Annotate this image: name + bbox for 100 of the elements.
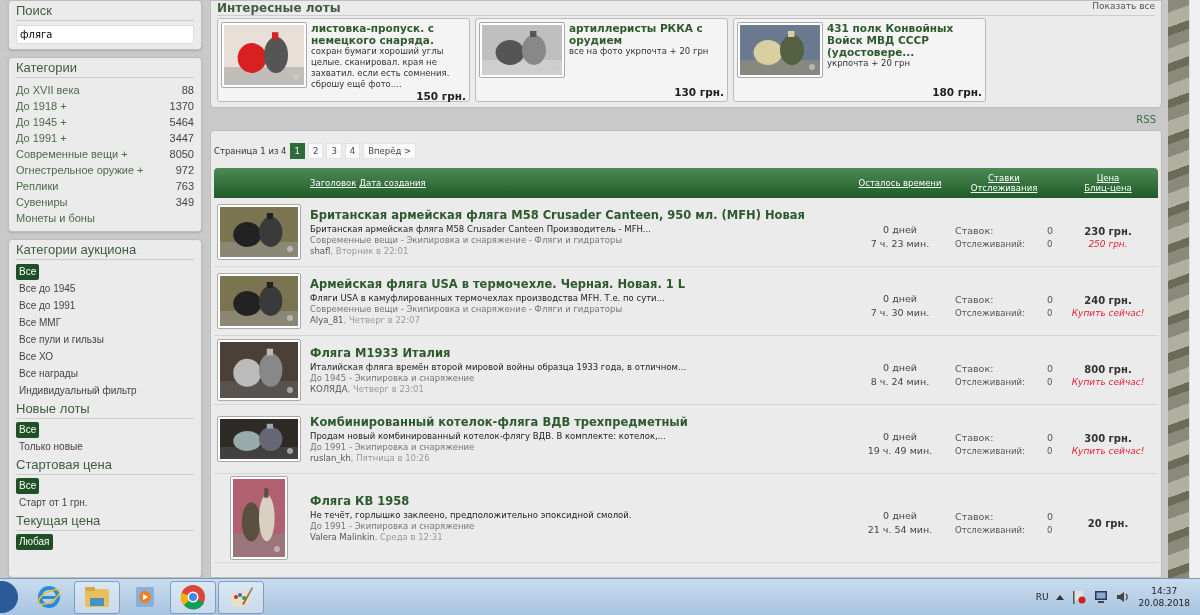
filter-option[interactable]: Все <box>16 478 40 494</box>
lot-card[interactable]: артиллеристы РККА с орудием все на фото укрпочта + 20 грн 130 грн. <box>475 18 728 102</box>
blitz-price[interactable]: Купить сейчас! <box>1071 307 1145 318</box>
seller-name[interactable]: Valera Malinkin <box>310 531 375 543</box>
filter-option[interactable]: Все <box>16 264 40 280</box>
lot-description: Британская армейская фляга M58 Crusader Canteen Производитель - MFH... <box>310 223 652 235</box>
sort-link[interactable]: Ставки <box>988 173 1020 183</box>
clock-time[interactable]: 14:37 <box>1151 585 1178 597</box>
scrollbar[interactable] <box>1189 0 1200 578</box>
lot-price: 800 грн. <box>1084 363 1132 375</box>
lot-card[interactable]: 431 полк Конвойных Войск МВД СССР (удостовере... укрпочта + 20 грн 180 грн. <box>733 18 986 102</box>
category-count: 88 <box>181 83 194 98</box>
next-page-link[interactable]: Вперёд > <box>363 143 417 159</box>
category-link[interactable]: Огнестрельное оружие + <box>16 162 144 178</box>
filter-option[interactable]: Индивидуальный фильтр <box>16 383 140 399</box>
browser-icon[interactable] <box>36 584 62 610</box>
watches-label: Отслеживаний: <box>955 446 1026 456</box>
lot-date: , Четверг в 22:07 <box>343 314 420 326</box>
filter-option[interactable]: Старт от 1 грн. <box>16 495 91 511</box>
sort-link[interactable]: Дата создания <box>359 178 426 188</box>
volume-icon[interactable] <box>1116 590 1131 604</box>
days-left: 0 дней <box>883 223 917 237</box>
lot-description: Италийская фляга времён второй мировой войны образца 1933 года, в отличном... <box>310 361 688 373</box>
bids-count: 0 <box>1046 511 1053 522</box>
paint-icon[interactable] <box>228 584 254 610</box>
lot-title[interactable]: Фляга КВ 1958 <box>310 493 855 508</box>
chrome-icon[interactable] <box>180 584 206 610</box>
page-link[interactable]: 3 <box>326 143 342 159</box>
media-player-icon[interactable] <box>134 585 156 609</box>
time-left: 8 ч. 24 мин. <box>870 375 930 389</box>
lot-title[interactable]: Британская армейская фляга M58 Crusader Canteen, 950 мл. (MFH) Новая <box>310 207 855 222</box>
category-link[interactable]: Современные вещи + <box>16 146 128 162</box>
lot-price: 130 грн. <box>674 86 724 98</box>
blitz-price[interactable]: 250 грн. <box>1088 238 1128 249</box>
lot-title[interactable]: листовка-пропуск. с немецкого снаряда. <box>311 22 466 46</box>
watches-count: 0 <box>1046 377 1053 387</box>
lot-title[interactable]: Фляга M1933 Италия <box>310 345 855 360</box>
lot-title[interactable]: 431 полк Конвойных Войск МВД СССР (удостовере... <box>827 22 982 58</box>
seller-name[interactable]: ruslan_kh <box>310 452 351 464</box>
time-left: 21 ч. 54 мин. <box>867 523 933 537</box>
category-link[interactable]: До XVII века <box>16 82 80 98</box>
filter-option[interactable]: Все пули и гильзы <box>16 332 107 348</box>
lot-price: 150 грн. <box>416 90 466 102</box>
clock-date[interactable]: 20.08.2018 <box>1138 597 1190 609</box>
start-button[interactable] <box>0 580 20 614</box>
lot-card[interactable]: листовка-пропуск. с немецкого снаряда. сохран бумаги хороший углы целые. сканировал. края не захватил. если есть сомнения. сброшу ещё фото.... 150 грн. <box>217 18 470 102</box>
page-link[interactable]: 1 <box>289 143 305 159</box>
filter-option[interactable]: Все до 1945 <box>16 281 79 297</box>
show-all-link[interactable]: Показать все <box>1092 1 1155 15</box>
sort-link[interactable]: Блиц-цена <box>1084 183 1132 193</box>
network-icon[interactable] <box>1094 590 1109 604</box>
lot-price: 300 грн. <box>1084 432 1132 444</box>
category-link[interactable]: До 1918 + <box>16 98 67 114</box>
bids-label: Ставок: <box>955 294 995 305</box>
blitz-price[interactable]: Купить сейчас! <box>1071 445 1145 456</box>
watches-label: Отслеживаний: <box>955 239 1026 249</box>
folder-icon[interactable] <box>84 586 110 608</box>
flag-icon[interactable] <box>1072 590 1087 604</box>
filter-option[interactable]: Все ХО <box>16 349 57 365</box>
lot-title[interactable]: Армейская фляга USA в термочехле. Черная. Новая. 1 L <box>310 276 855 291</box>
page-info: Страница 1 из 4 <box>214 146 287 156</box>
watches-label: Отслеживаний: <box>955 377 1026 387</box>
rss-link[interactable]: RSS <box>1136 114 1156 125</box>
days-left: 0 дней <box>883 292 917 306</box>
bids-count: 0 <box>1046 294 1053 305</box>
watches-count: 0 <box>1046 239 1053 249</box>
page-link[interactable]: 2 <box>307 143 324 159</box>
sort-link[interactable]: Осталось времени <box>858 178 942 188</box>
search-field[interactable]: фляга <box>16 25 194 44</box>
category-link[interactable]: Реплики <box>16 178 59 194</box>
bids-count: 0 <box>1046 225 1053 236</box>
category-link[interactable]: Сувениры <box>16 194 68 210</box>
sort-link[interactable]: Заголовок <box>310 178 357 188</box>
blitz-price[interactable]: Купить сейчас! <box>1071 376 1145 387</box>
category-count: 8050 <box>169 147 194 162</box>
category-link[interactable]: До 1945 + <box>16 114 67 130</box>
filter-option[interactable]: Любая <box>16 534 53 550</box>
chevron-up-icon[interactable] <box>1056 594 1065 600</box>
time-left: 7 ч. 23 мин. <box>870 237 930 251</box>
page-link[interactable]: 4 <box>344 143 361 159</box>
filter-option[interactable]: Все награды <box>16 366 81 382</box>
sort-link[interactable]: Отслеживания <box>970 183 1038 193</box>
filter-option[interactable]: Все ММГ <box>16 315 65 331</box>
category-link[interactable]: До 1991 + <box>16 130 67 146</box>
language-indicator[interactable]: RU <box>1035 592 1049 602</box>
category-link[interactable]: Монеты и боны <box>16 210 95 226</box>
section-title: Интересные лоты <box>217 1 341 15</box>
sort-link[interactable]: Цена <box>1096 173 1120 183</box>
lot-category: До 1991 - Экипировка и снаряжение <box>310 441 476 453</box>
filter-option[interactable]: Все <box>16 422 40 438</box>
panel-heading: Поиск <box>16 1 194 21</box>
time-left: 19 ч. 49 мин. <box>867 444 933 458</box>
lot-date: , Пятница в 10:26 <box>350 452 430 464</box>
lot-title[interactable]: артиллеристы РККА с орудием <box>569 22 724 46</box>
lot-price: 240 грн. <box>1084 294 1132 306</box>
filter-option[interactable]: Все до 1991 <box>16 298 79 314</box>
filter-option[interactable]: Только новые <box>16 439 86 455</box>
category-count: 3447 <box>169 131 194 146</box>
bids-count: 0 <box>1046 432 1053 443</box>
lot-title[interactable]: Комбинированный котелок-фляга ВДВ трехпредметный <box>310 414 855 429</box>
